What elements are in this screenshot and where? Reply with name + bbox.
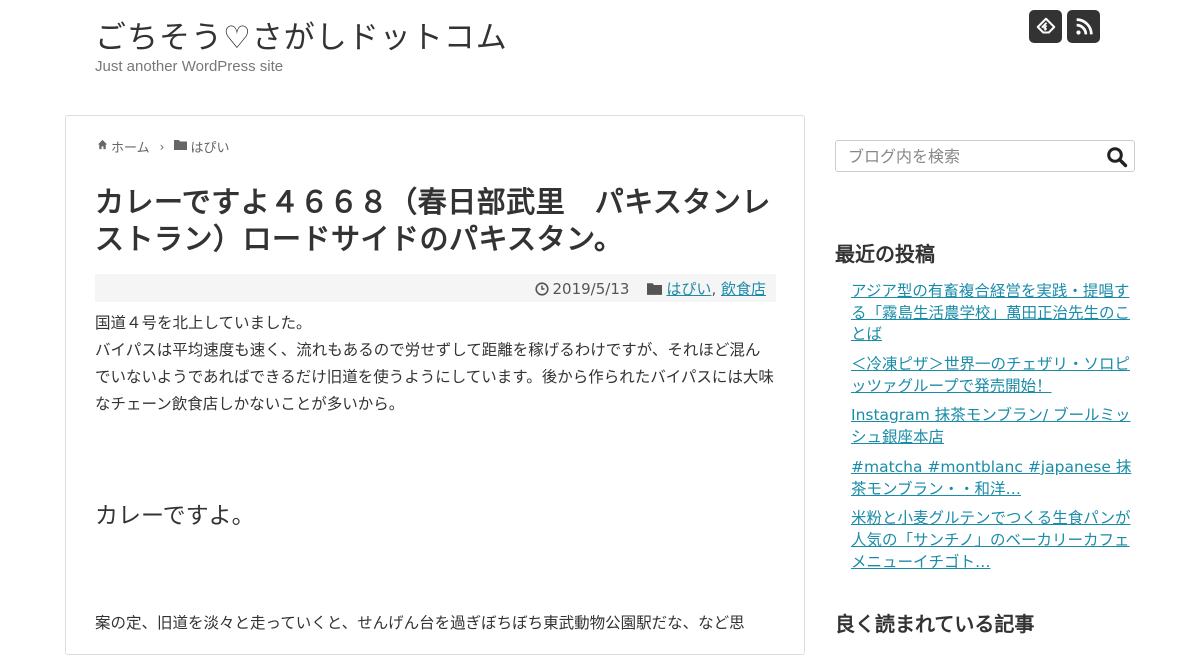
paragraph-line: 国道４号を北上していました。	[95, 314, 312, 332]
social-links	[1029, 10, 1100, 43]
recent-post-link[interactable]: アジア型の有畜複合経営を実践・提唱する「霧島生活農学校」萬田正治先生のことば	[851, 282, 1130, 343]
article-title: カレーですよ４６６８（春日部武里 パキスタンレストラン）ロードサイドのパキスタン…	[95, 185, 771, 256]
folder-icon	[647, 282, 663, 295]
list-item: #matcha #montblanc #japanese 抹茶モンブラン・・和洋…	[835, 457, 1135, 500]
site-description: Just another WordPress site	[95, 58, 284, 75]
article-paragraph: 国道４号を北上していました。 バイパスは平均速度も速く、流れもあるので労せずして…	[95, 310, 775, 419]
chevron-right-icon: ›	[159, 139, 165, 154]
recent-post-link[interactable]: 米粉と小麦グルテンでつくる生食パンが人気の「サンチノ」のベーカリーカフェメニュー…	[851, 509, 1130, 570]
site-title[interactable]: ごちそう♡さがしドットコム	[95, 12, 508, 57]
site-header: ごちそう♡さがしドットコム Just another WordPress sit…	[0, 0, 1200, 100]
sidebar: 最近の投稿 アジア型の有畜複合経営を実践・提唱する「霧島生活農学校」萬田正治先生…	[835, 140, 1135, 581]
feedly-icon[interactable]	[1029, 10, 1062, 43]
post-date: 2019/5/13	[552, 279, 630, 298]
recent-posts-list: アジア型の有畜複合経営を実践・提唱する「霧島生活農学校」萬田正治先生のことば ＜…	[835, 281, 1135, 573]
list-item: アジア型の有畜複合経営を実践・提唱する「霧島生活農学校」萬田正治先生のことば	[835, 281, 1135, 346]
recent-posts-title: 最近の投稿	[835, 242, 935, 266]
article-meta: 2019/5/13 はぴい , 飲食店	[95, 274, 776, 302]
recent-post-link[interactable]: Instagram 抹茶モンブラン/ ブールミッシュ銀座本店	[851, 406, 1130, 446]
clock-icon	[534, 281, 549, 296]
search-input[interactable]	[836, 141, 1106, 171]
article-paragraph: 案の定、旧道を淡々と走っていくと、せんげん台を過ぎぼちぼち東武動物公園駅だな、な…	[95, 614, 745, 632]
rss-icon[interactable]	[1067, 10, 1100, 43]
breadcrumb-category[interactable]: はぴい	[190, 137, 229, 156]
search-form	[835, 140, 1135, 172]
main-content: ホーム › はぴい カレーですよ４６６８（春日部武里 パキスタンレストラン）ロー…	[65, 115, 805, 655]
home-icon	[97, 139, 108, 154]
article-subheading: カレーですよ。	[95, 503, 255, 529]
folder-icon	[174, 139, 188, 154]
popular-posts-title: 良く読まれている記事	[835, 612, 1035, 636]
list-item: Instagram 抹茶モンブラン/ ブールミッシュ銀座本店	[835, 405, 1135, 448]
breadcrumb-home[interactable]: ホーム	[111, 137, 150, 156]
search-icon[interactable]	[1106, 146, 1128, 168]
list-item: 米粉と小麦グルテンでつくる生食パンが人気の「サンチノ」のベーカリーカフェメニュー…	[835, 508, 1135, 573]
paragraph-line: バイパスは平均速度も速く、流れもあるので労せずして距離を稼げるわけですが、それほ…	[95, 341, 774, 414]
breadcrumb: ホーム › はぴい	[97, 137, 229, 156]
recent-post-link[interactable]: ＜冷凍ピザ＞世界一のチェザリ・ソロピッツァグループで発売開始！	[851, 355, 1130, 395]
recent-post-link[interactable]: #matcha #montblanc #japanese 抹茶モンブラン・・和洋…	[851, 458, 1131, 498]
category-link-restaurant[interactable]: 飲食店	[721, 278, 766, 299]
category-link-happy[interactable]: はぴい	[666, 278, 711, 299]
list-item: ＜冷凍ピザ＞世界一のチェザリ・ソロピッツァグループで発売開始！	[835, 354, 1135, 397]
